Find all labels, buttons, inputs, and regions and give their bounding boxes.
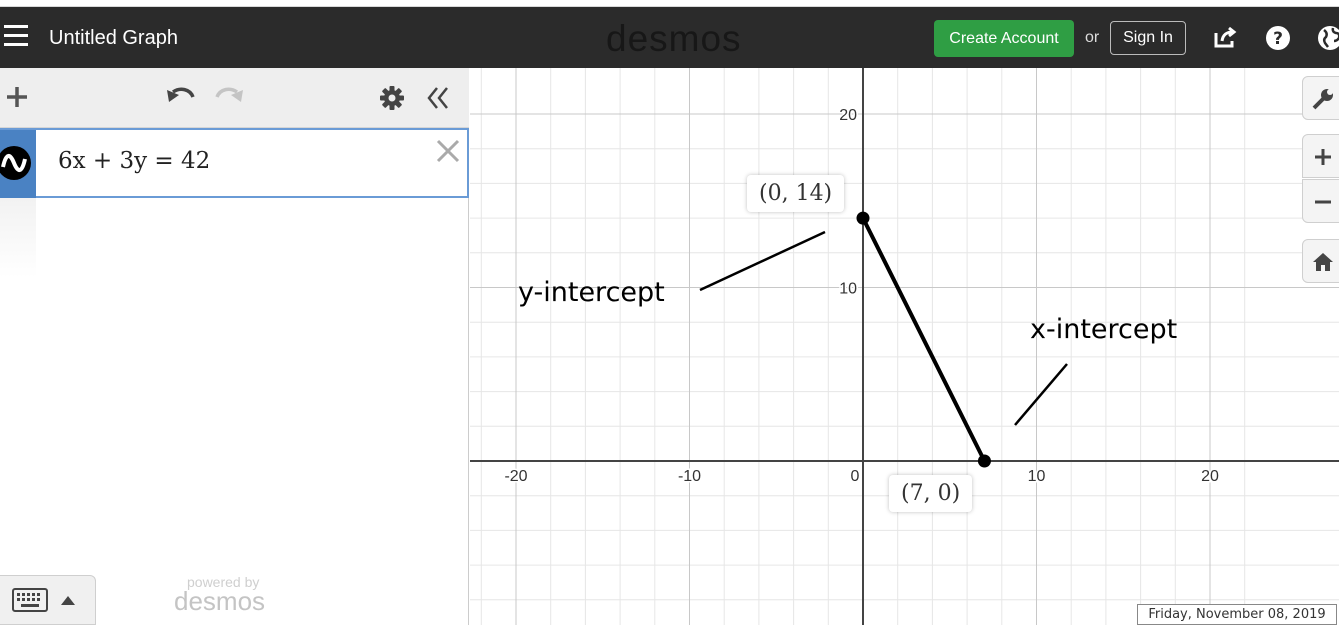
empty-expression-gutter xyxy=(0,198,36,278)
x-tick-label: 10 xyxy=(1028,468,1046,485)
collapse-icon[interactable] xyxy=(424,84,452,112)
gear-icon[interactable] xyxy=(378,84,406,112)
default-viewport-button[interactable] xyxy=(1302,239,1339,283)
menu-icon[interactable] xyxy=(4,25,28,47)
zoom-out-button[interactable] xyxy=(1302,179,1339,223)
wrench-icon xyxy=(1312,89,1333,110)
graph-paper[interactable]: -20 -10 0 10 20 10 20 (0, 14) (7, 0) y-interce… xyxy=(470,68,1339,625)
expression-input[interactable]: 6x + 3y = 42 xyxy=(58,148,210,174)
powered-by-logo: desmos xyxy=(174,586,266,616)
graph-canvas[interactable]: -20 -10 0 10 20 10 20 xyxy=(470,68,1339,625)
redo-icon[interactable] xyxy=(214,84,246,110)
brand-logo: desmos xyxy=(606,18,742,59)
plot-layer xyxy=(699,211,1068,468)
expression-sidebar: 6x + 3y = 42 powered by desmos xyxy=(0,68,469,625)
annotation-y-intercept: y-intercept xyxy=(518,277,665,308)
graph-title[interactable]: Untitled Graph xyxy=(49,27,178,50)
help-icon[interactable]: ? xyxy=(1264,24,1292,52)
sign-in-button[interactable]: Sign In xyxy=(1110,21,1186,55)
x-tick-label: -10 xyxy=(678,468,701,485)
zoom-in-button[interactable] xyxy=(1302,134,1339,178)
graph-line-segment xyxy=(861,216,987,463)
expression-tab[interactable] xyxy=(0,130,36,198)
delete-expression-icon[interactable] xyxy=(435,138,461,164)
major-gridlines xyxy=(470,68,1339,625)
create-account-button[interactable]: Create Account xyxy=(934,20,1074,57)
minor-gridlines xyxy=(470,68,1339,625)
top-border xyxy=(0,0,1339,7)
point-label-y-intercept[interactable]: (0, 14) xyxy=(747,175,845,212)
x-tick-label: 0 xyxy=(851,468,860,485)
y-tick-label: 10 xyxy=(839,281,857,298)
home-icon xyxy=(1313,253,1333,271)
undo-icon[interactable] xyxy=(164,84,196,110)
y-tick-label: 20 xyxy=(839,107,857,124)
y-intercept-point xyxy=(856,211,870,225)
globe-icon[interactable] xyxy=(1316,24,1339,52)
graph-settings-button[interactable] xyxy=(1302,76,1339,120)
svg-text:?: ? xyxy=(1273,29,1283,49)
x-tick-label: -20 xyxy=(504,468,527,485)
or-text: or xyxy=(1085,29,1100,46)
header-bar: Untitled Graph desmos Create Account or … xyxy=(0,7,1339,68)
annotation-pointer-x xyxy=(1014,363,1068,426)
keyboard-icon xyxy=(12,588,48,612)
desmos-app: Untitled Graph desmos Create Account or … xyxy=(0,0,1339,625)
x-intercept-point xyxy=(977,454,991,468)
keyboard-toggle-button[interactable] xyxy=(0,575,96,625)
add-icon[interactable] xyxy=(4,84,30,110)
date-stamp: Friday, November 08, 2019 xyxy=(1137,604,1337,625)
zoom-out-icon xyxy=(1315,200,1331,204)
zoom-in-icon xyxy=(1315,149,1331,165)
point-label-x-intercept[interactable]: (7, 0) xyxy=(889,475,973,512)
axes xyxy=(470,68,1339,625)
caret-up-icon xyxy=(61,596,75,605)
annotation-pointer-y xyxy=(699,230,826,292)
expression-color-icon[interactable] xyxy=(0,145,32,181)
share-icon[interactable] xyxy=(1211,24,1239,52)
expression-toolbar xyxy=(0,68,469,128)
expression-item[interactable]: 6x + 3y = 42 xyxy=(0,128,469,198)
annotation-x-intercept: x-intercept xyxy=(1030,314,1178,345)
x-tick-label: 20 xyxy=(1201,468,1219,485)
